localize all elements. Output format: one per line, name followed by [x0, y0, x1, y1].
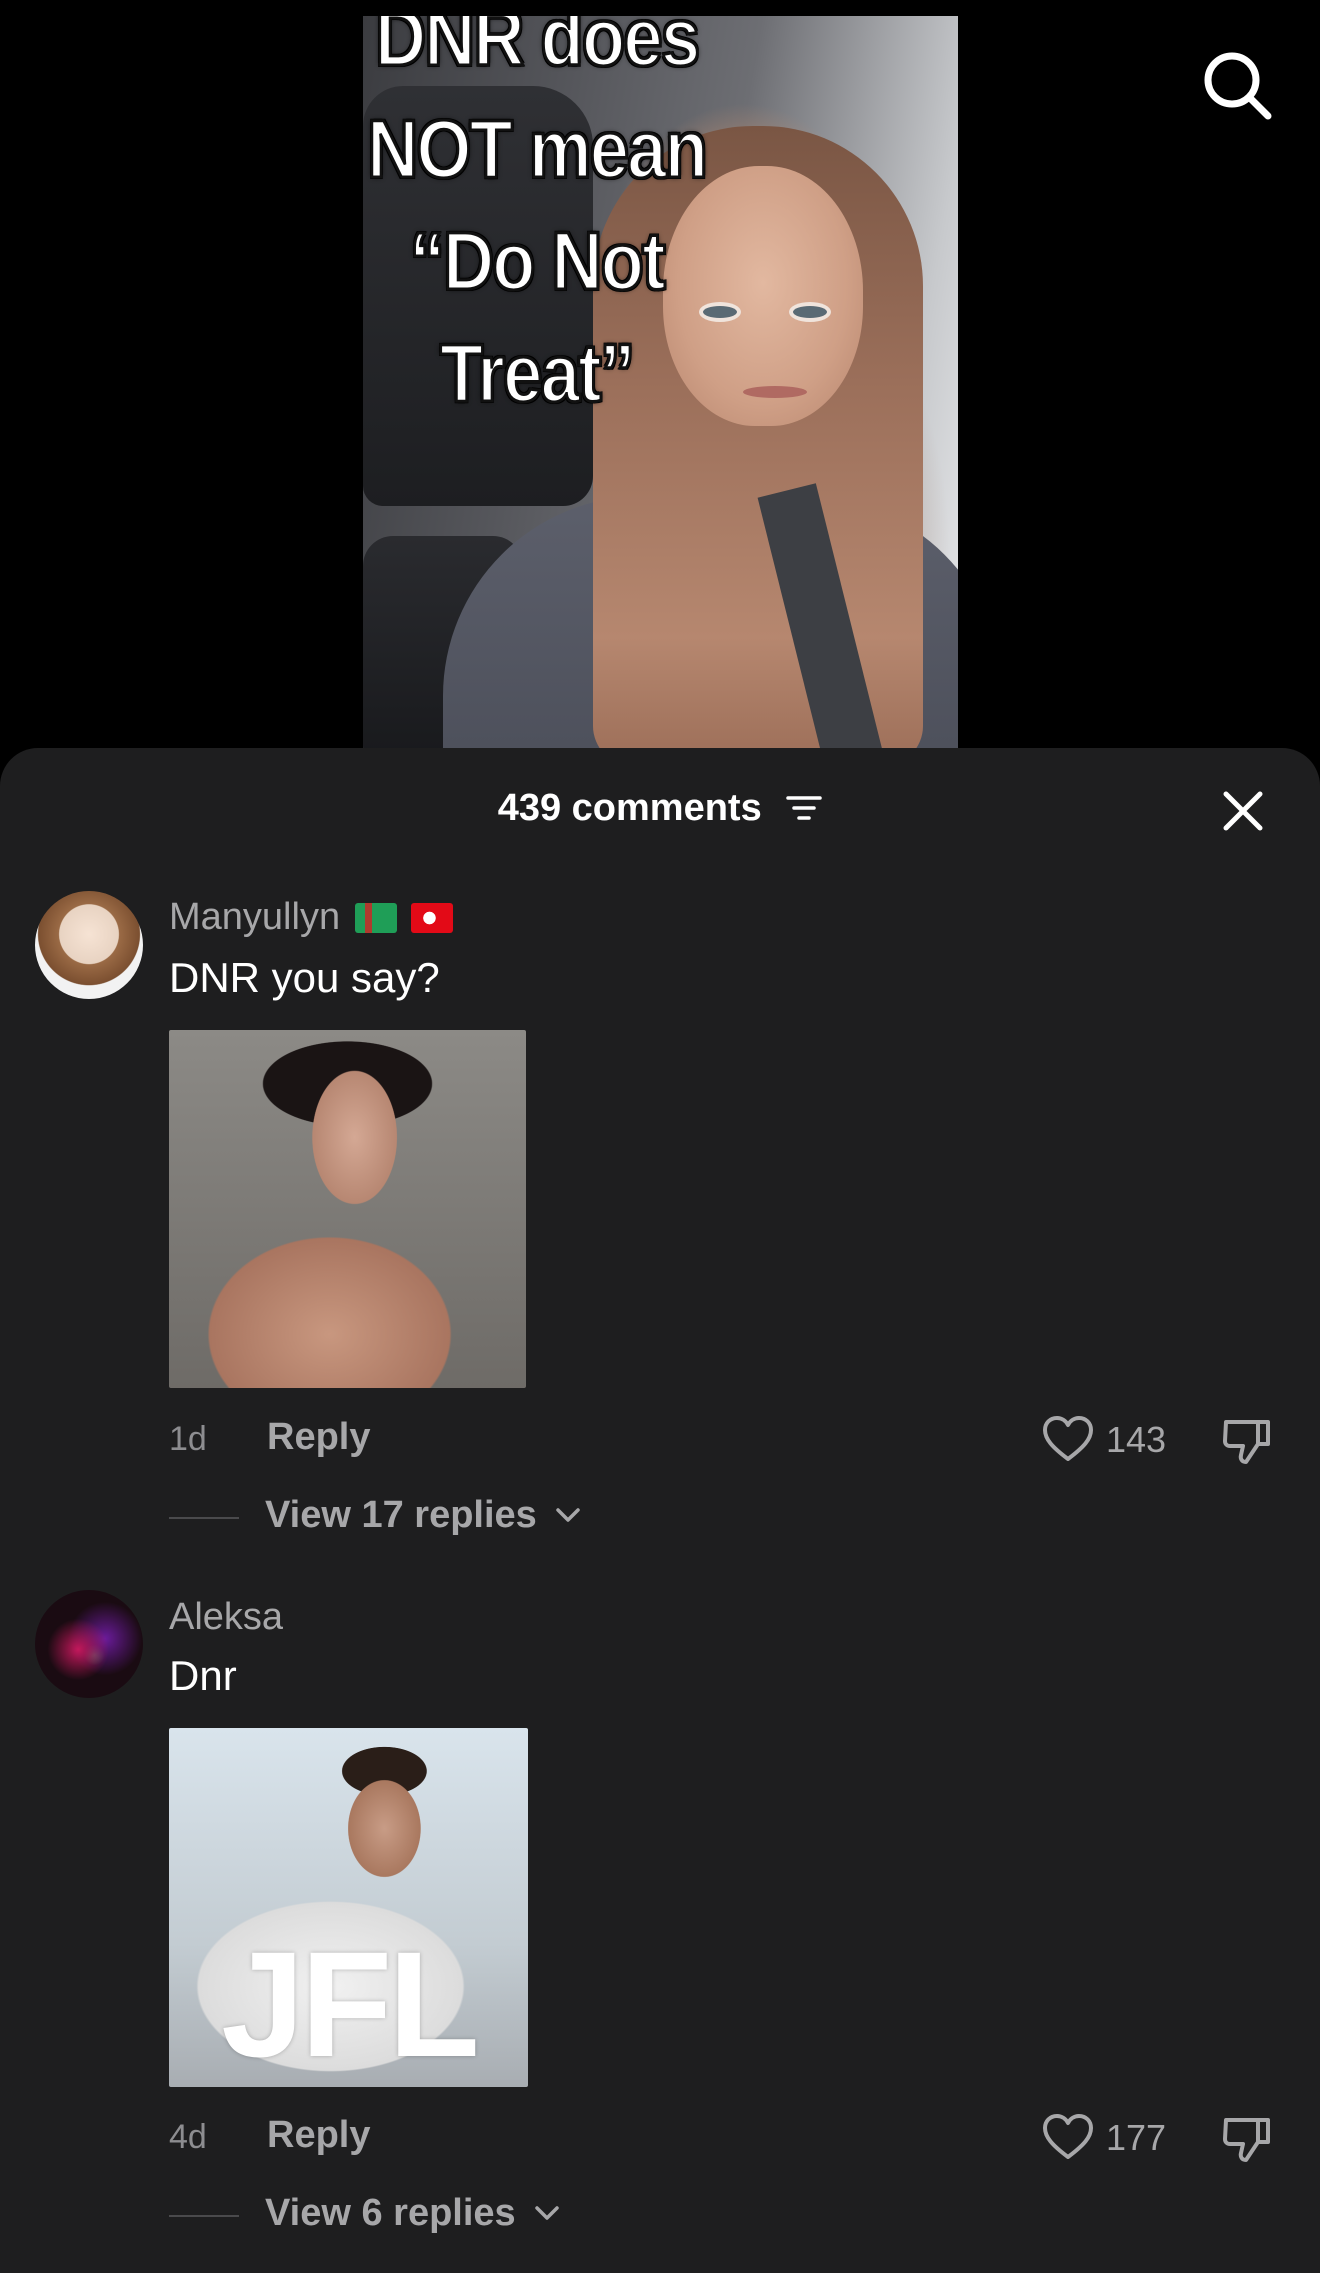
video-eye-right: [793, 306, 827, 318]
like-count: 177: [1106, 2117, 1167, 2158]
chevron-down-icon: [535, 2206, 559, 2220]
comment-timestamp: 1d: [169, 1420, 207, 1458]
replies-divider: [169, 2215, 239, 2217]
avatar[interactable]: [35, 891, 143, 999]
replies-divider: [169, 1517, 239, 1519]
close-comments-button[interactable]: [1218, 786, 1268, 836]
view-replies-label: View 6 replies: [265, 2192, 560, 2235]
comment-text: DNR you say?: [169, 954, 440, 1001]
comment-image-attachment[interactable]: [169, 1030, 526, 1388]
view-replies-button[interactable]: View 6 replies: [169, 2192, 599, 2238]
app-root: DNR does NOT mean “Do Not Treat” 439 com…: [0, 0, 1320, 2273]
comment-username-text: Manyullyn: [169, 896, 341, 938]
comment-image-attachment[interactable]: JFL: [169, 1728, 528, 2087]
attachment-overlay-text: JFL: [221, 1920, 480, 2087]
comments-count-label: 439 comments: [497, 787, 762, 829]
chevron-down-icon: [556, 1508, 581, 1522]
comments-sheet: 439 comments Manyullyn DNR you say? 1d R…: [0, 748, 1320, 2273]
reply-button[interactable]: Reply: [267, 2114, 370, 2157]
video-frame[interactable]: DNR does NOT mean “Do Not Treat”: [363, 16, 958, 760]
video-player[interactable]: DNR does NOT mean “Do Not Treat”: [0, 0, 1320, 760]
thumbs-down-icon: [1223, 2118, 1270, 2162]
reply-button[interactable]: Reply: [267, 1416, 370, 1459]
search-icon: [1204, 52, 1272, 120]
comment-username[interactable]: Manyullyn: [169, 896, 454, 939]
view-replies-text: View 17 replies: [265, 1494, 537, 1536]
video-caption-line: DNR does: [374, 16, 702, 85]
view-replies-text: View 6 replies: [265, 2192, 516, 2234]
turkmenistan-flag-icon: [354, 903, 397, 933]
comment-username[interactable]: Aleksa: [169, 1596, 283, 1639]
video-caption: DNR does NOT mean “Do Not Treat”: [363, 16, 710, 430]
dislike-button[interactable]: [1220, 2112, 1274, 2166]
comment-timestamp: 4d: [169, 2118, 207, 2156]
comments-header: 439 comments: [0, 748, 1320, 870]
sort-icon[interactable]: [786, 794, 823, 822]
view-replies-button[interactable]: View 17 replies: [169, 1494, 599, 1540]
dislike-button[interactable]: [1220, 1414, 1274, 1468]
like-count: 143: [1106, 1419, 1167, 1460]
close-icon: [1223, 791, 1263, 831]
thumbs-down-icon: [1223, 1420, 1270, 1464]
like-button[interactable]: 143: [1042, 1415, 1172, 1465]
video-caption-line: NOT mean: [366, 103, 709, 197]
video-lips: [743, 386, 807, 398]
comments-count: 439 comments: [0, 787, 1320, 830]
turkey-flag-icon: [411, 903, 454, 933]
avatar[interactable]: [35, 1590, 143, 1698]
view-replies-label: View 17 replies: [265, 1494, 581, 1537]
video-caption-line: “Do Not: [408, 215, 667, 309]
comment-text: Dnr: [169, 1652, 237, 1699]
heart-icon: [1043, 2114, 1093, 2159]
search-button[interactable]: [1198, 46, 1276, 124]
like-button[interactable]: 177: [1042, 2113, 1172, 2163]
heart-icon: [1043, 1416, 1093, 1461]
video-caption-line: Treat”: [439, 327, 637, 421]
